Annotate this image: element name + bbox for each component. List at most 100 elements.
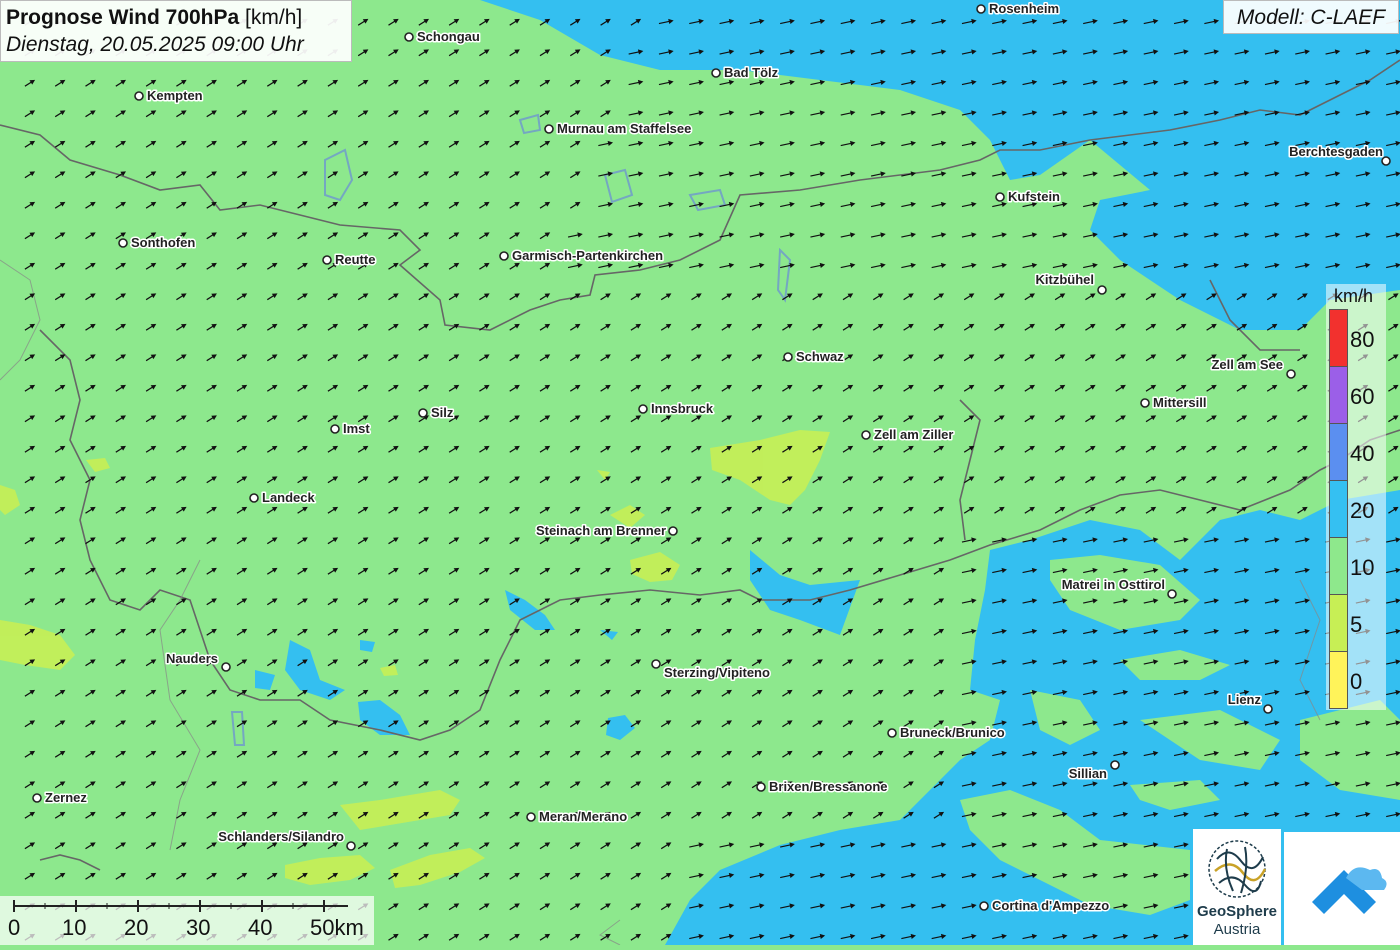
legend-label: 40	[1350, 441, 1375, 466]
city-dot-icon	[979, 901, 989, 911]
city-dot-icon	[887, 728, 897, 738]
city-dot-icon	[1140, 398, 1150, 408]
city-label: Steinach am Brenner	[536, 523, 666, 538]
city-marker: Bruneck/Brunico	[887, 724, 1006, 742]
city-label: Kempten	[147, 88, 203, 103]
legend-swatch	[1329, 423, 1348, 481]
city-label: Bruneck/Brunico	[900, 725, 1005, 740]
city-label: Garmisch-Partenkirchen	[512, 248, 663, 263]
city-label: Zell am See	[1211, 357, 1283, 372]
city-marker: Sonthofen	[118, 234, 197, 252]
city-dot-icon	[1167, 589, 1177, 599]
city-label: Kitzbühel	[1036, 272, 1095, 287]
city-label: Rosenheim	[989, 1, 1059, 16]
legend-swatch	[1329, 594, 1348, 652]
city-label: Lienz	[1228, 692, 1262, 707]
house-cloud-icon	[1312, 867, 1387, 914]
city-dot-icon	[118, 238, 128, 248]
city-label: Meran/Merano	[539, 809, 627, 824]
legend-label: 80	[1350, 327, 1375, 352]
legend-swatch	[1329, 366, 1348, 424]
city-dot-icon	[346, 841, 356, 851]
city-dot-icon	[995, 192, 1005, 202]
city-dot-icon	[976, 4, 986, 14]
map-title: Prognose Wind 700hPa	[6, 6, 240, 29]
map-subtitle: Dienstag, 20.05.2025 09:00 Uhr	[6, 33, 304, 56]
city-label: Sillian	[1069, 766, 1107, 781]
city-dot-icon	[668, 526, 678, 536]
city-dot-icon	[711, 68, 721, 78]
city-dot-icon	[249, 493, 259, 503]
map-title-unit: [km/h]	[245, 6, 303, 29]
scale-label: 10	[62, 915, 87, 940]
city-label: Zernez	[45, 790, 87, 805]
city-dot-icon	[322, 255, 332, 265]
city-dot-icon	[1110, 760, 1120, 770]
city-dot-icon	[134, 91, 144, 101]
map-title-box: Prognose Wind 700hPa [km/h] Dienstag, 20…	[0, 0, 352, 62]
city-label: Schwaz	[796, 349, 844, 364]
city-label: Zell am Ziller	[874, 427, 953, 442]
city-label: Imst	[343, 421, 370, 436]
city-label: Brixen/Bressanone	[769, 779, 888, 794]
legend-label: 60	[1350, 384, 1375, 409]
scale-label: 30	[186, 915, 211, 940]
city-marker: Murnau am Staffelsee	[544, 120, 693, 138]
legend-swatch	[1329, 480, 1348, 538]
scale-label: 40	[248, 915, 273, 940]
city-dot-icon	[32, 793, 42, 803]
city-label: Nauders	[166, 651, 218, 666]
city-dot-icon	[1381, 156, 1391, 166]
city-dot-icon	[544, 124, 554, 134]
city-marker: Schongau	[404, 28, 481, 46]
city-label: Berchtesgaden	[1289, 144, 1383, 159]
city-marker: Steinach am Brenner	[534, 522, 678, 540]
city-label: Landeck	[262, 490, 316, 505]
city-dot-icon	[783, 352, 793, 362]
city-marker: Innsbruck	[638, 400, 715, 418]
city-marker: Brixen/Bressanone	[756, 778, 889, 796]
city-marker: Rosenheim	[976, 0, 1061, 18]
geosphere-logo-line2: Austria	[1213, 921, 1261, 938]
city-label: Cortina d'Ampezzo	[992, 898, 1109, 913]
city-dot-icon	[1097, 285, 1107, 295]
geosphere-logo-line1: GeoSphere	[1196, 903, 1278, 920]
city-label: Murnau am Staffelsee	[557, 121, 691, 136]
legend-swatch	[1329, 537, 1348, 595]
city-dot-icon	[404, 32, 414, 42]
legend-swatch	[1329, 651, 1348, 709]
legend-swatch	[1329, 309, 1348, 367]
city-dot-icon	[418, 408, 428, 418]
city-label: Matrei in Osttirol	[1062, 577, 1165, 592]
city-marker: Cortina d'Ampezzo	[979, 897, 1111, 915]
wind-map: Rosenheim Schongau Bad Tölz Kempten Murnau a…	[0, 0, 1400, 945]
city-dot-icon	[651, 659, 661, 669]
city-dot-icon	[499, 251, 509, 261]
scale-label: 0	[8, 915, 21, 940]
city-label: Schlanders/Silandro	[218, 829, 344, 844]
city-dot-icon	[1286, 369, 1296, 379]
city-label: Sonthofen	[131, 235, 195, 250]
legend-label: 10	[1350, 555, 1375, 580]
city-dot-icon	[330, 424, 340, 434]
city-dot-icon	[638, 404, 648, 414]
legend-label: 5	[1350, 612, 1363, 637]
geosphere-logo: GeoSphere Austria	[1193, 829, 1281, 945]
city-label: Kufstein	[1008, 189, 1060, 204]
city-dot-icon	[221, 662, 231, 672]
legend-unit: km/h	[1334, 286, 1374, 306]
geosphere-emblem-icon	[1208, 840, 1267, 898]
city-label: Reutte	[335, 252, 375, 267]
weather-app-logo	[1284, 832, 1400, 945]
city-dot-icon	[526, 812, 536, 822]
model-label: Modell: C-LAEF	[1223, 0, 1399, 34]
city-dot-icon	[861, 430, 871, 440]
city-label: Sterzing/Vipiteno	[664, 665, 770, 680]
city-dot-icon	[1263, 704, 1273, 714]
city-label: Mittersill	[1153, 395, 1206, 410]
color-legend: km/h 80 60 40 20 10 5 0	[1326, 284, 1386, 710]
city-label: Schongau	[417, 29, 480, 44]
city-marker: Zell am Ziller	[861, 426, 955, 444]
city-dot-icon	[756, 782, 766, 792]
city-label: Bad Tölz	[724, 65, 779, 80]
